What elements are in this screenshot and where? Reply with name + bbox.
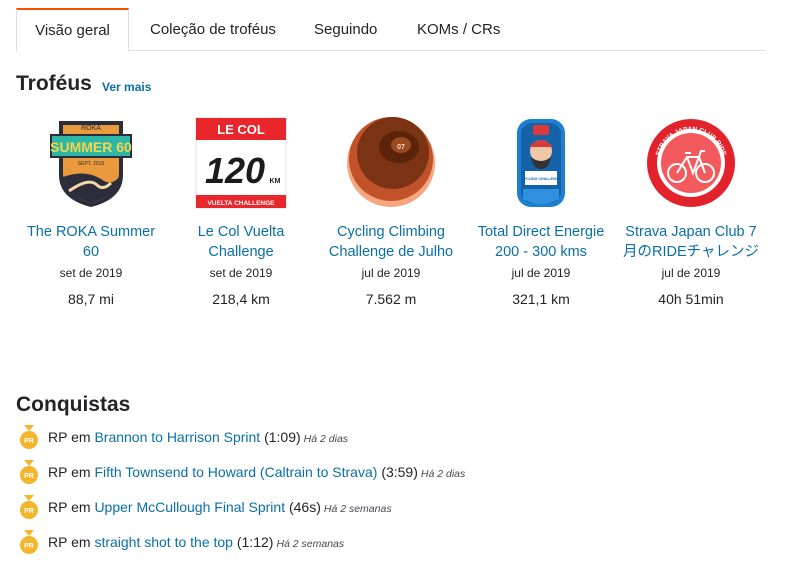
trophy-value: 218,4 km bbox=[212, 291, 270, 307]
trophy-value: 7.562 m bbox=[365, 291, 417, 307]
achievement-row: PR RP em Brannon to Harrison Sprint (1:0… bbox=[18, 425, 758, 449]
trophy-value: 88,7 mi bbox=[68, 291, 114, 307]
svg-text:RŌKA: RŌKA bbox=[81, 124, 101, 132]
trophy-date: jul de 2019 bbox=[361, 266, 421, 280]
trophy-card: RŌKA SUMMER 60 SEPT. 2019 The ROKA Summe… bbox=[21, 117, 161, 307]
trophy-name[interactable]: Strava Japan Club 7月のRIDEチャレンジ bbox=[621, 222, 761, 262]
trophy-name[interactable]: Total Direct Energie 200 - 300 kms bbox=[471, 222, 611, 262]
achievement-prefix: RP em bbox=[48, 464, 91, 480]
see-more-link[interactable]: Ver mais bbox=[102, 80, 151, 94]
achievement-time: (1:09) bbox=[264, 429, 301, 445]
trophy-value: 321,1 km bbox=[512, 291, 570, 307]
trophy-card: CYCLING CHALLENGE Total Direct Energie 2… bbox=[471, 117, 611, 307]
svg-text:SUMMER 60: SUMMER 60 bbox=[50, 139, 132, 155]
achievement-row: PR RP em Upper McCullough Final Sprint (… bbox=[18, 495, 758, 519]
achievement-text: RP em Upper McCullough Final Sprint (46s… bbox=[48, 495, 392, 521]
svg-text:07: 07 bbox=[397, 144, 405, 151]
tab-koms-crs[interactable]: KOMs / CRs bbox=[417, 8, 500, 51]
achievement-time: (1:12) bbox=[236, 534, 274, 550]
achievement-time: (3:59) bbox=[381, 464, 418, 480]
svg-text:PR: PR bbox=[24, 473, 34, 480]
achievement-prefix: RP em bbox=[48, 429, 91, 445]
trophy-card: LE COL 120 KM VUELTA CHALLENGE Le Col Vu… bbox=[171, 117, 311, 307]
svg-text:SEPT. 2019: SEPT. 2019 bbox=[78, 161, 105, 167]
le-col-vuelta-badge-icon[interactable]: LE COL 120 KM VUELTA CHALLENGE bbox=[195, 117, 287, 209]
trophy-value: 40h 51min bbox=[658, 291, 724, 307]
pr-medal-icon: PR bbox=[18, 530, 40, 554]
tab-following[interactable]: Seguindo bbox=[314, 8, 377, 51]
pr-medal-icon: PR bbox=[18, 425, 40, 449]
svg-text:CYCLING CHALLENGE: CYCLING CHALLENGE bbox=[521, 177, 561, 181]
achievement-prefix: RP em bbox=[48, 499, 91, 515]
trophy-card: STRAVA JAPAN CLUB RIDE Strava Japan Club… bbox=[621, 117, 761, 307]
svg-text:PR: PR bbox=[24, 438, 34, 445]
achievement-ago: Há 2 dias bbox=[420, 468, 466, 480]
segment-link[interactable]: Fifth Townsend to Howard (Caltrain to St… bbox=[94, 464, 377, 480]
achievement-ago: Há 2 semanas bbox=[323, 503, 392, 515]
svg-text:KM: KM bbox=[270, 178, 281, 185]
trophy-date: jul de 2019 bbox=[511, 266, 571, 280]
achievement-text: RP em Fifth Townsend to Howard (Caltrain… bbox=[48, 460, 465, 486]
achievement-text: RP em Brannon to Harrison Sprint (1:09) H… bbox=[48, 425, 348, 451]
total-direct-energie-badge-icon[interactable]: CYCLING CHALLENGE bbox=[495, 117, 587, 209]
trophy-card: 07 Cycling Climbing Challenge de Julho j… bbox=[321, 117, 461, 307]
achievement-prefix: RP em bbox=[48, 534, 91, 550]
achievements-title: Conquistas bbox=[16, 393, 131, 416]
climbing-challenge-badge-icon[interactable]: 07 bbox=[345, 117, 437, 209]
pr-medal-icon: PR bbox=[18, 495, 40, 519]
segment-link[interactable]: Brannon to Harrison Sprint bbox=[94, 429, 260, 445]
svg-text:PR: PR bbox=[24, 508, 34, 515]
trophy-name[interactable]: The ROKA Summer 60 bbox=[21, 222, 161, 262]
strava-japan-club-badge-icon[interactable]: STRAVA JAPAN CLUB RIDE bbox=[645, 117, 737, 209]
achievement-time: (46s) bbox=[288, 499, 321, 515]
achievement-ago: Há 2 semanas bbox=[276, 538, 345, 550]
trophy-date: set de 2019 bbox=[209, 266, 273, 280]
achievement-row: PR RP em Fifth Townsend to Howard (Caltr… bbox=[18, 460, 758, 484]
tab-overview[interactable]: Visão geral bbox=[16, 8, 129, 52]
svg-text:PR: PR bbox=[24, 543, 34, 550]
trophies-title: Troféus bbox=[16, 72, 92, 95]
profile-tabs: Visão geral Coleção de troféus Seguindo … bbox=[16, 8, 766, 52]
segment-link[interactable]: straight shot to the top bbox=[94, 534, 233, 550]
trophy-date: set de 2019 bbox=[59, 266, 123, 280]
trophy-date: jul de 2019 bbox=[661, 266, 721, 280]
achievement-row: PR RP em straight shot to the top (1:12)… bbox=[18, 530, 758, 554]
svg-text:VUELTA CHALLENGE: VUELTA CHALLENGE bbox=[207, 200, 275, 207]
trophy-name[interactable]: Cycling Climbing Challenge de Julho bbox=[321, 222, 461, 262]
trophy-name[interactable]: Le Col Vuelta Challenge bbox=[171, 222, 311, 262]
achievement-text: RP em straight shot to the top (1:12) Há … bbox=[48, 530, 344, 556]
roka-summer-badge-icon[interactable]: RŌKA SUMMER 60 SEPT. 2019 bbox=[45, 117, 137, 209]
svg-text:LE COL: LE COL bbox=[217, 122, 265, 137]
tab-trophy-collection[interactable]: Coleção de troféus bbox=[150, 8, 276, 51]
svg-text:120: 120 bbox=[205, 150, 265, 191]
pr-medal-icon: PR bbox=[18, 460, 40, 484]
achievement-ago: Há 2 dias bbox=[303, 433, 349, 445]
segment-link[interactable]: Upper McCullough Final Sprint bbox=[94, 499, 285, 515]
